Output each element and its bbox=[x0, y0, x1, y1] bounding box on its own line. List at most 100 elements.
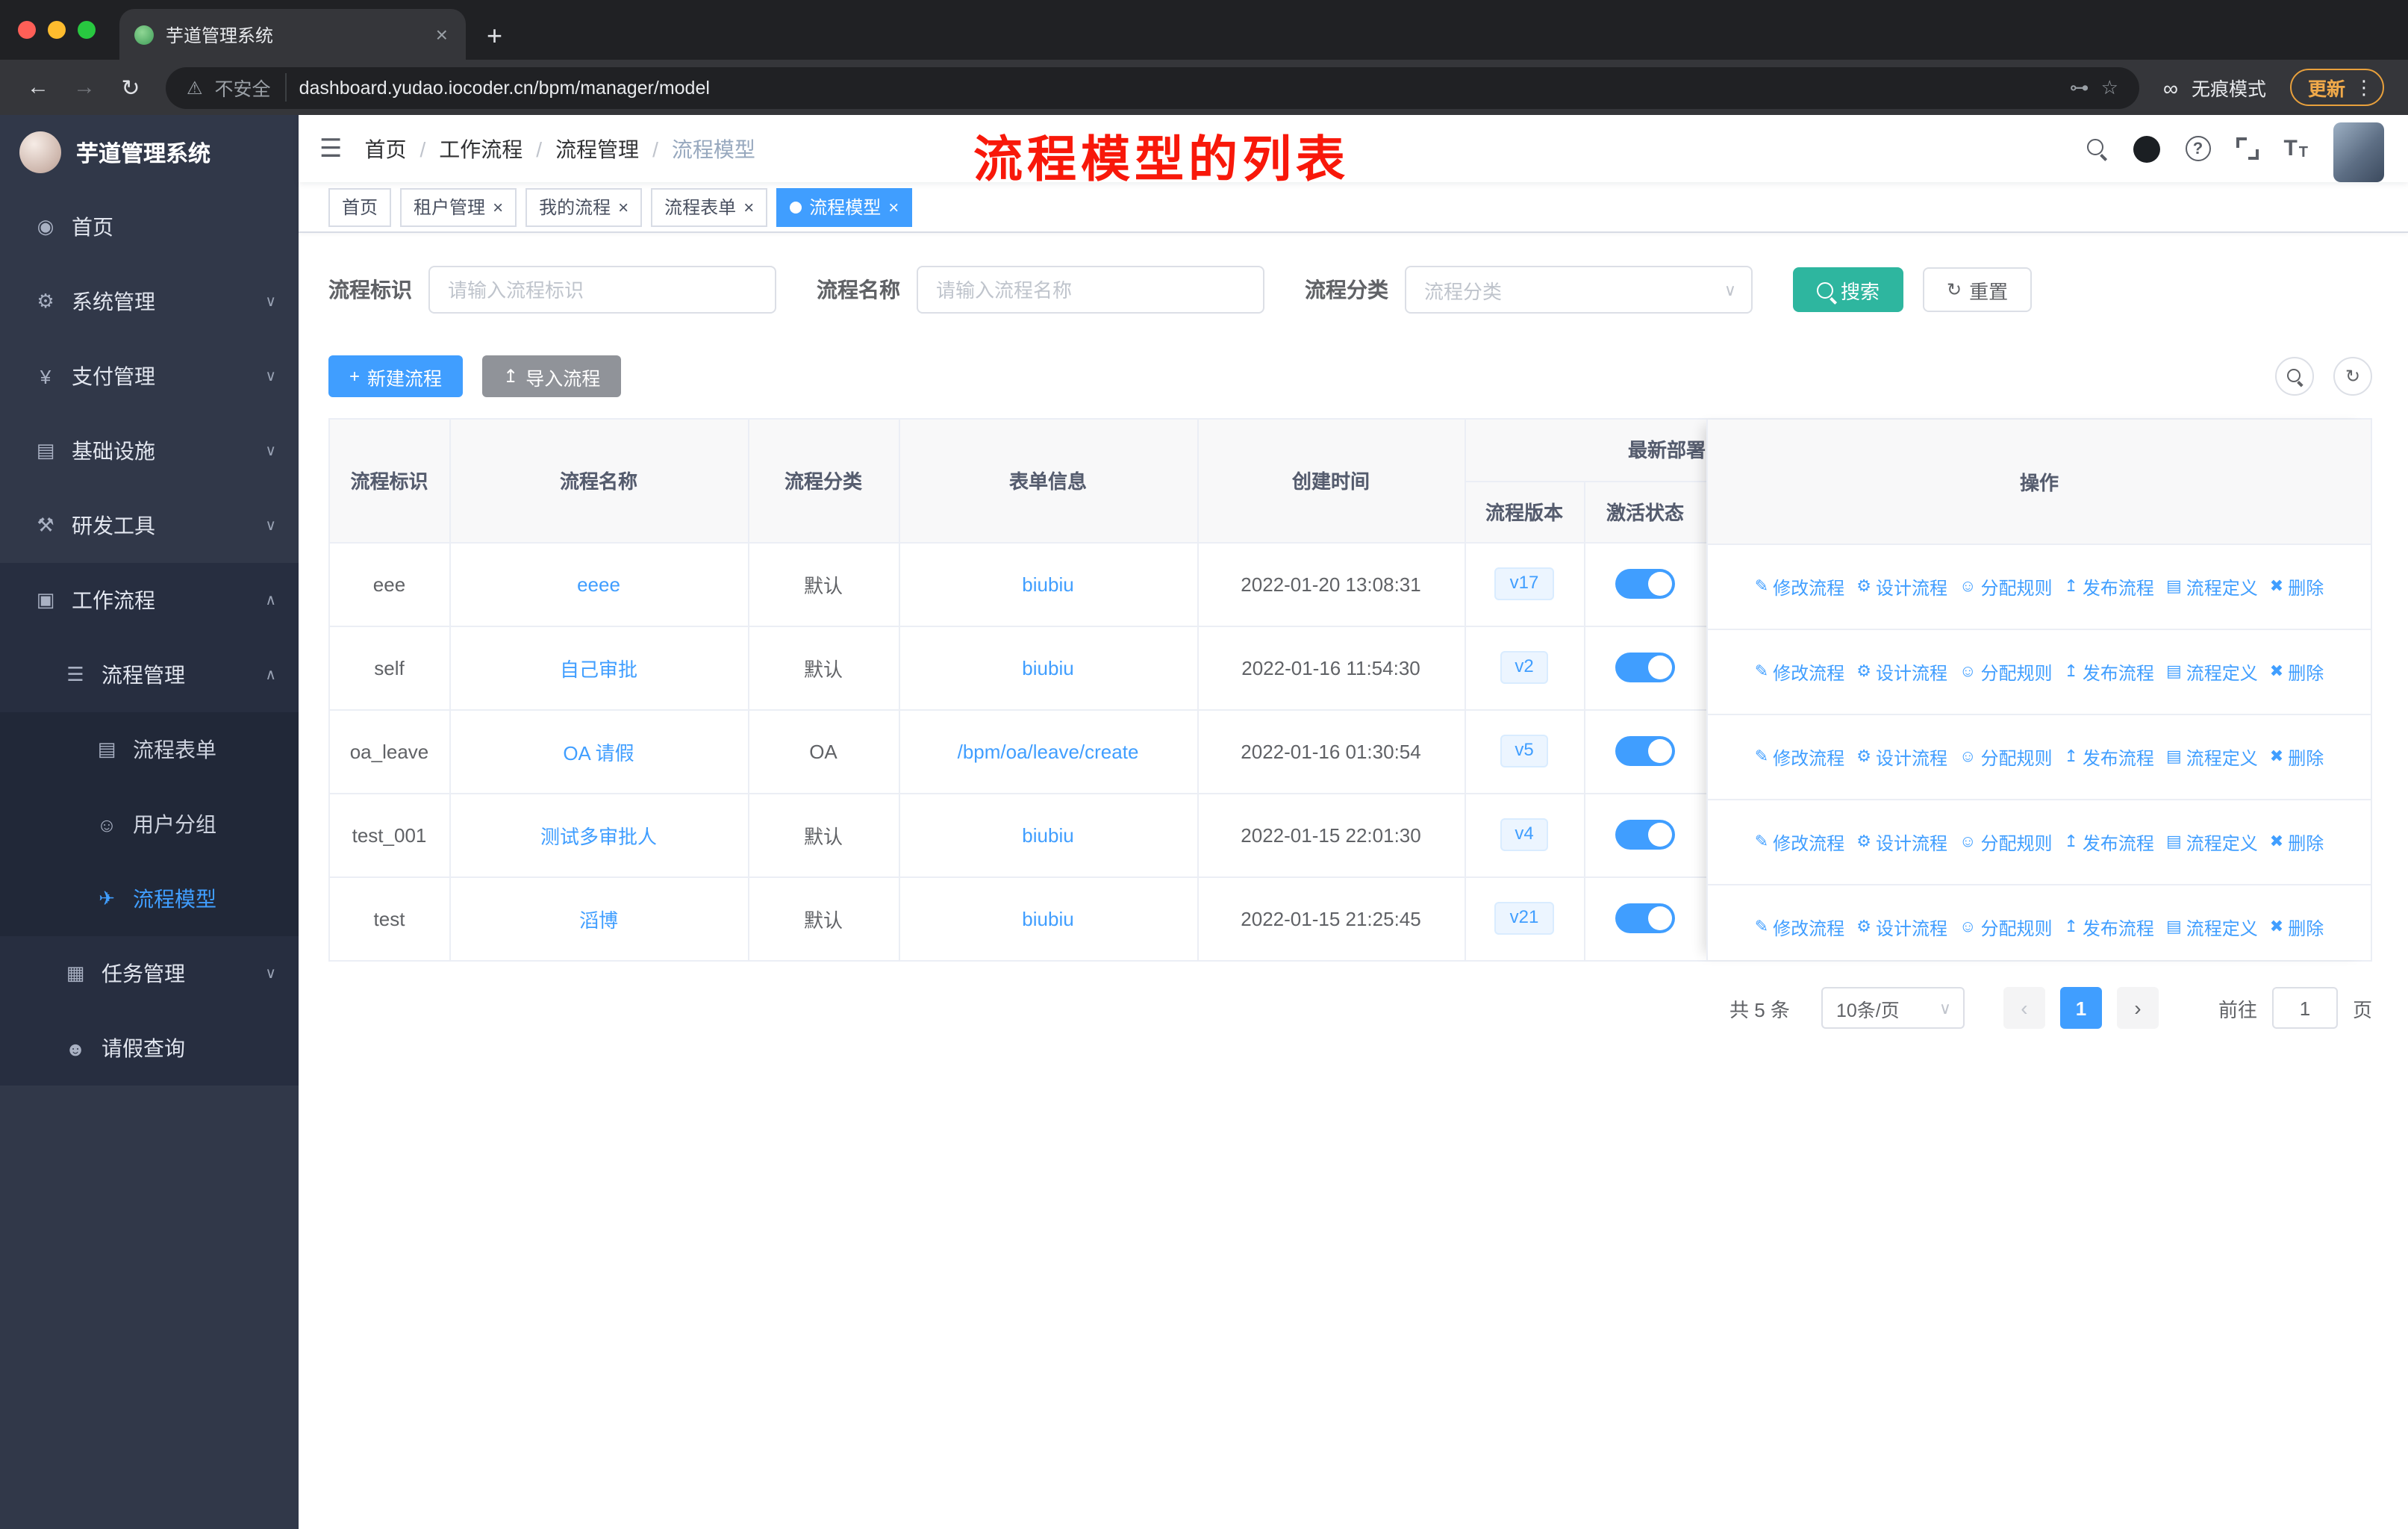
sidebar-item-leave-query[interactable]: ☻ 请假查询 bbox=[0, 1011, 299, 1086]
form-link[interactable]: biubiu bbox=[1022, 908, 1073, 930]
new-tab-button[interactable]: + bbox=[487, 22, 502, 49]
version-badge[interactable]: v21 bbox=[1494, 902, 1554, 935]
sidebar-item-process-management[interactable]: ☰ 流程管理 ∧ bbox=[0, 638, 299, 712]
hamburger-icon[interactable]: ☰ bbox=[319, 134, 343, 164]
sidebar-item-home[interactable]: ◉ 首页 bbox=[0, 190, 299, 264]
design-process-link[interactable]: 设计流程 bbox=[1856, 574, 1947, 600]
goto-page-input[interactable] bbox=[2271, 987, 2338, 1029]
user-avatar[interactable] bbox=[2333, 122, 2384, 181]
assign-rule-link[interactable]: 分配规则 bbox=[1959, 829, 2052, 855]
active-toggle[interactable] bbox=[1615, 569, 1675, 599]
reset-button[interactable]: ↻ 重置 bbox=[1923, 267, 2033, 312]
create-process-button[interactable]: + 新建流程 bbox=[328, 355, 464, 397]
form-link[interactable]: biubiu bbox=[1022, 573, 1073, 595]
delete-link[interactable]: 删除 bbox=[2270, 574, 2324, 600]
process-id-input[interactable] bbox=[428, 266, 776, 314]
font-size-icon[interactable]: TT bbox=[2283, 136, 2308, 161]
import-process-button[interactable]: ↥ 导入流程 bbox=[482, 355, 622, 397]
sidebar-item-process-model[interactable]: ✈ 流程模型 bbox=[0, 862, 299, 936]
version-badge[interactable]: v4 bbox=[1500, 818, 1549, 851]
design-process-link[interactable]: 设计流程 bbox=[1856, 829, 1947, 855]
security-label[interactable]: 不安全 bbox=[215, 73, 287, 102]
tag-my-process[interactable]: 我的流程 × bbox=[525, 187, 643, 226]
refresh-table-button[interactable]: ↻ bbox=[2333, 357, 2372, 396]
next-page-button[interactable]: › bbox=[2116, 987, 2159, 1029]
process-name-link[interactable]: eeee bbox=[577, 573, 620, 595]
breadcrumb-workflow[interactable]: 工作流程 bbox=[439, 134, 523, 164]
sidebar-item-payment[interactable]: ¥ 支付管理 ∨ bbox=[0, 339, 299, 414]
edit-process-link[interactable]: 修改流程 bbox=[1755, 659, 1844, 685]
github-icon[interactable] bbox=[2133, 135, 2160, 162]
process-name-link[interactable]: 自己审批 bbox=[560, 658, 637, 680]
assign-rule-link[interactable]: 分配规则 bbox=[1959, 915, 2052, 941]
sidebar-item-infrastructure[interactable]: ▤ 基础设施 ∨ bbox=[0, 414, 299, 488]
publish-process-link[interactable]: 发布流程 bbox=[2064, 744, 2154, 770]
publish-process-link[interactable]: 发布流程 bbox=[2064, 915, 2154, 941]
active-toggle[interactable] bbox=[1615, 903, 1675, 934]
sidebar-item-process-form[interactable]: ▤ 流程表单 bbox=[0, 712, 299, 787]
tag-process-form[interactable]: 流程表单 × bbox=[651, 187, 768, 226]
reload-icon[interactable]: ↻ bbox=[110, 74, 151, 101]
tag-home[interactable]: 首页 bbox=[328, 187, 392, 226]
breadcrumb-process-management[interactable]: 流程管理 bbox=[555, 134, 639, 164]
process-category-select[interactable]: 流程分类 ∨ bbox=[1405, 266, 1753, 314]
browser-tab[interactable]: 芋道管理系统 × bbox=[119, 9, 466, 60]
edit-process-link[interactable]: 修改流程 bbox=[1755, 829, 1844, 855]
close-icon[interactable]: × bbox=[493, 198, 503, 216]
design-process-link[interactable]: 设计流程 bbox=[1856, 659, 1947, 685]
version-badge[interactable]: v17 bbox=[1494, 567, 1554, 600]
toggle-search-button[interactable] bbox=[2275, 357, 2314, 396]
close-window-button[interactable] bbox=[18, 21, 36, 39]
process-definition-link[interactable]: 流程定义 bbox=[2166, 744, 2258, 770]
form-link[interactable]: biubiu bbox=[1022, 823, 1073, 846]
back-icon[interactable]: ← bbox=[18, 75, 58, 100]
design-process-link[interactable]: 设计流程 bbox=[1856, 744, 1947, 770]
sidebar-item-task-management[interactable]: ▦ 任务管理 ∨ bbox=[0, 936, 299, 1011]
sidebar-item-devtools[interactable]: ⚒ 研发工具 ∨ bbox=[0, 488, 299, 563]
active-toggle[interactable] bbox=[1615, 736, 1675, 766]
publish-process-link[interactable]: 发布流程 bbox=[2064, 659, 2154, 685]
page-size-select[interactable]: 10条/页 ∨ bbox=[1821, 987, 1965, 1029]
assign-rule-link[interactable]: 分配规则 bbox=[1959, 659, 2052, 685]
edit-process-link[interactable]: 修改流程 bbox=[1755, 744, 1844, 770]
process-name-input[interactable] bbox=[917, 266, 1264, 314]
process-definition-link[interactable]: 流程定义 bbox=[2166, 829, 2258, 855]
search-icon[interactable] bbox=[2086, 138, 2107, 159]
help-icon[interactable]: ? bbox=[2185, 136, 2211, 161]
delete-link[interactable]: 删除 bbox=[2270, 659, 2324, 685]
forward-icon[interactable]: → bbox=[64, 75, 105, 100]
sidebar-item-user-group[interactable]: ☺ 用户分组 bbox=[0, 787, 299, 862]
password-key-icon[interactable]: ⊶ bbox=[2070, 75, 2089, 99]
close-icon[interactable]: × bbox=[618, 198, 628, 216]
sidebar-item-workflow[interactable]: ▣ 工作流程 ∧ bbox=[0, 563, 299, 638]
tab-close-icon[interactable]: × bbox=[433, 22, 451, 46]
zoom-window-button[interactable] bbox=[78, 21, 96, 39]
assign-rule-link[interactable]: 分配规则 bbox=[1959, 574, 2052, 600]
search-button[interactable]: 搜索 bbox=[1793, 267, 1904, 312]
delete-link[interactable]: 删除 bbox=[2270, 915, 2324, 941]
edit-process-link[interactable]: 修改流程 bbox=[1755, 915, 1844, 941]
delete-link[interactable]: 删除 bbox=[2270, 829, 2324, 855]
design-process-link[interactable]: 设计流程 bbox=[1856, 915, 1947, 941]
prev-page-button[interactable]: ‹ bbox=[2003, 987, 2045, 1029]
url-text[interactable]: dashboard.yudao.iocoder.cn/bpm/manager/m… bbox=[299, 77, 2058, 98]
publish-process-link[interactable]: 发布流程 bbox=[2064, 829, 2154, 855]
browser-update-button[interactable]: 更新 ⋮ bbox=[2289, 69, 2384, 106]
assign-rule-link[interactable]: 分配规则 bbox=[1959, 744, 2052, 770]
process-definition-link[interactable]: 流程定义 bbox=[2166, 574, 2258, 600]
menu-dots-icon[interactable]: ⋮ bbox=[2354, 75, 2374, 99]
tag-process-model[interactable]: 流程模型 × bbox=[776, 187, 913, 226]
form-link[interactable]: /bpm/oa/leave/create bbox=[958, 740, 1139, 762]
address-bar[interactable]: ⚠ 不安全 dashboard.yudao.iocoder.cn/bpm/man… bbox=[166, 66, 2139, 108]
sidebar-item-system[interactable]: ⚙ 系统管理 ∨ bbox=[0, 264, 299, 339]
tag-tenant[interactable]: 租户管理 × bbox=[400, 187, 517, 226]
process-name-link[interactable]: 滔博 bbox=[579, 909, 618, 932]
version-badge[interactable]: v5 bbox=[1500, 735, 1549, 767]
close-icon[interactable]: × bbox=[888, 198, 899, 216]
form-link[interactable]: biubiu bbox=[1022, 656, 1073, 679]
active-toggle[interactable] bbox=[1615, 820, 1675, 850]
page-1-button[interactable]: 1 bbox=[2059, 987, 2102, 1029]
delete-link[interactable]: 删除 bbox=[2270, 744, 2324, 770]
edit-process-link[interactable]: 修改流程 bbox=[1755, 574, 1844, 600]
minimize-window-button[interactable] bbox=[48, 21, 66, 39]
